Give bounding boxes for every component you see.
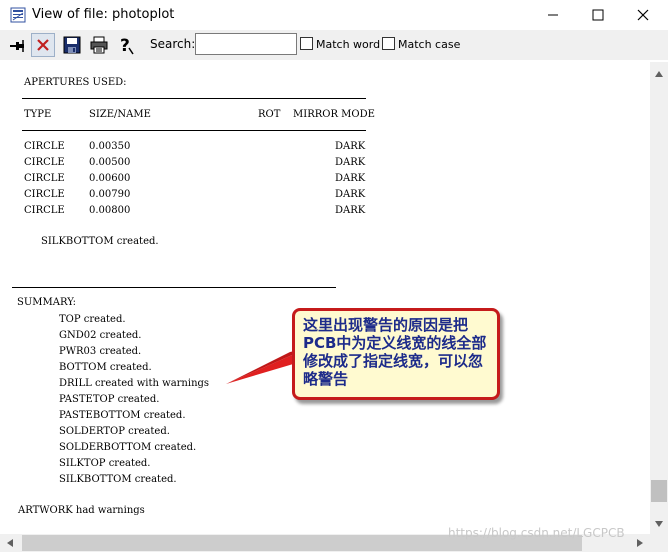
aperture-mode: DARK [335,173,366,184]
summary-line: SOLDERTOP created. [59,426,170,437]
aperture-type: CIRCLE [24,189,65,200]
apertures-heading: APERTURES USED: [24,77,127,88]
pin-button[interactable] [5,33,29,57]
scroll-left-icon[interactable] [6,538,14,548]
annotation-callout: 这里出现警告的原因是把PCB中为定义线宽的线全部修改成了指定线宽，可以忽略警告 [292,308,500,400]
aperture-size: 0.00800 [89,205,131,216]
aperture-type: CIRCLE [24,157,65,168]
match-case-checkbox[interactable] [382,37,395,50]
minimize-button[interactable] [530,0,576,30]
aperture-size: 0.00790 [89,189,131,200]
silkbottom-created-line: SILKBOTTOM created. [41,236,159,247]
scroll-down-icon[interactable] [654,520,664,528]
aperture-type: CIRCLE [24,141,65,152]
aperture-type: CIRCLE [24,205,65,216]
scrollbar-corner [650,534,668,552]
scroll-up-icon[interactable] [654,70,664,78]
scroll-right-icon[interactable] [636,538,644,548]
vertical-scrollbar[interactable] [650,62,668,534]
summary-line: BOTTOM created. [59,362,152,373]
match-word-label: Match word [316,38,381,51]
aperture-size: 0.00350 [89,141,131,152]
file-content: APERTURES USED: TYPE SIZE/NAME ROT MIRRO… [0,62,650,534]
aperture-mode: DARK [335,205,366,216]
watermark: https://blog.csdn.net/LGCPCB [448,526,625,540]
aperture-mode: DARK [335,141,366,152]
summary-line: SOLDERBOTTOM created. [59,442,197,453]
svg-text:?: ? [120,36,130,55]
match-case-label: Match case [398,38,461,51]
column-type-header: TYPE [24,109,52,120]
summary-line: SILKTOP created. [59,458,151,469]
search-label: Search: [150,37,196,51]
help-button[interactable]: ? [114,33,138,57]
summary-line: GND02 created. [59,330,142,341]
match-word-checkbox[interactable] [300,37,313,50]
maximize-button[interactable] [575,0,621,30]
help-icon: ? [120,36,134,55]
maximize-icon [592,9,604,21]
app-icon [10,7,26,23]
close-button[interactable] [620,0,666,30]
title-bar: View of file: photoplot [0,0,668,30]
minimize-icon [548,14,558,16]
aperture-size: 0.00600 [89,173,131,184]
aperture-size: 0.00500 [89,157,131,168]
divider [22,98,366,99]
divider [12,287,336,288]
delete-icon [37,39,49,51]
scroll-thumb[interactable] [651,480,667,502]
print-button[interactable] [87,33,111,57]
aperture-mode: DARK [335,157,366,168]
close-icon [637,9,649,21]
summary-line: PASTEBOTTOM created. [59,410,186,421]
save-button[interactable] [60,33,84,57]
aperture-mode: DARK [335,189,366,200]
column-rot-header: ROT [258,109,281,120]
divider [22,130,366,131]
summary-line: PASTETOP created. [59,394,160,405]
print-icon [90,36,108,54]
summary-line: SILKBOTTOM created. [59,474,177,485]
aperture-type: CIRCLE [24,173,65,184]
pin-icon [10,40,24,52]
artwork-line: ARTWORK had warnings [18,505,145,516]
column-mirror-header: MIRROR MODE [293,109,375,120]
search-input[interactable] [195,33,297,55]
window-title: View of file: photoplot [32,7,175,22]
summary-line: DRILL created with warnings [59,378,210,389]
summary-heading: SUMMARY: [17,297,76,308]
save-icon [63,36,81,54]
summary-line: PWR03 created. [59,346,142,357]
column-size-header: SIZE/NAME [89,109,151,120]
summary-line: TOP created. [59,314,126,325]
delete-button[interactable] [31,33,55,57]
